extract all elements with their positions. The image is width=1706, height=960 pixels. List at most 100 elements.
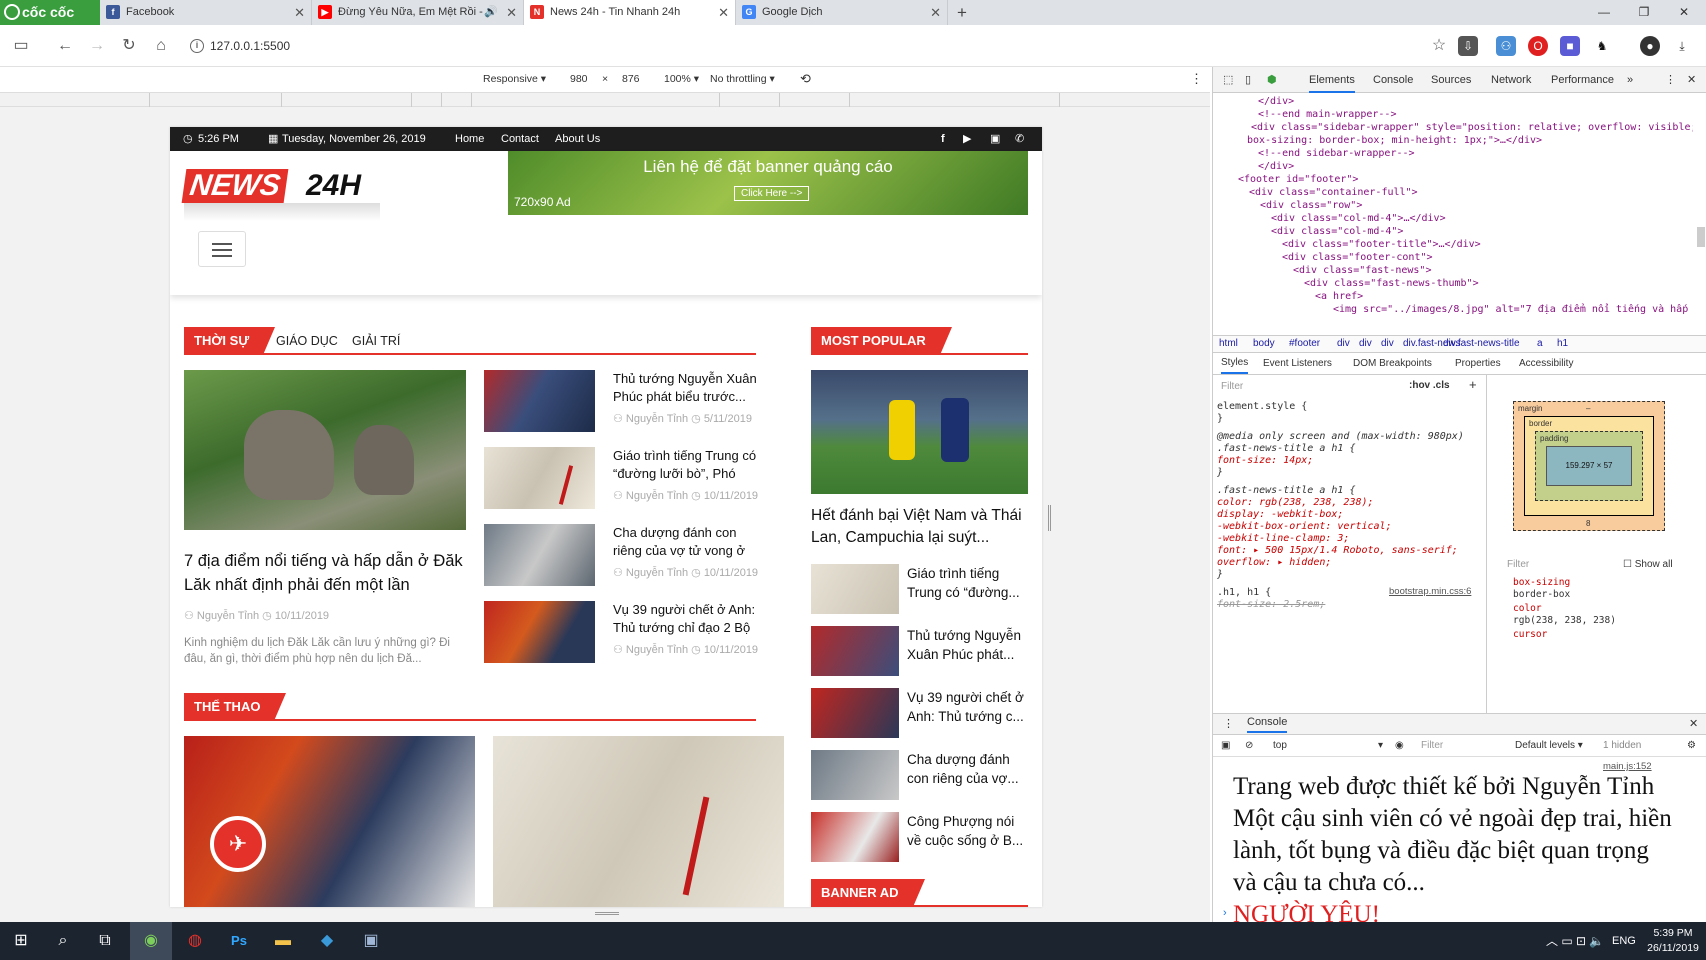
tab-news24h[interactable]: N News 24h - Tin Nhanh 24h ✕ bbox=[524, 0, 736, 25]
twitter-icon[interactable]: ▣ bbox=[990, 127, 1000, 151]
inspect-element-icon[interactable]: ⬚ bbox=[1223, 67, 1233, 93]
event-listeners-tab[interactable]: Event Listeners bbox=[1263, 353, 1332, 375]
box-model-content[interactable]: 159.297 × 57 bbox=[1546, 446, 1632, 486]
featured-image[interactable] bbox=[184, 370, 466, 530]
address-bar[interactable]: i 127.0.0.1:5500 bbox=[186, 33, 1426, 59]
photoshop-taskbar-icon[interactable]: Ps bbox=[218, 922, 260, 960]
extension-shield-icon[interactable]: ⬢ bbox=[1267, 67, 1277, 93]
tab-youtube[interactable]: ▶ Đừng Yêu Nữa, Em Mệt Rồi - 🔊 ✕ bbox=[312, 0, 524, 25]
computed-prop-name[interactable]: cursor bbox=[1513, 629, 1616, 641]
box-model-margin[interactable]: margin – 8 border padding 159.297 × 57 bbox=[1513, 401, 1665, 531]
search-icon[interactable]: ⌕ bbox=[42, 922, 84, 960]
css-line[interactable]: element.style { bbox=[1217, 401, 1307, 413]
ad-banner[interactable]: Liên hệ để đặt banner quảng cáo Click He… bbox=[508, 151, 1028, 215]
popular-thumb[interactable] bbox=[811, 750, 899, 800]
console-filter-input[interactable]: Filter bbox=[1421, 735, 1443, 757]
extension-user-icon[interactable]: ⚇ bbox=[1496, 36, 1516, 56]
dom-line[interactable]: <div class="fast-news"> bbox=[1293, 264, 1431, 277]
featured-title[interactable]: 7 địa điểm nổi tiếng và hấp dẫn ở Đăk Lă… bbox=[184, 549, 466, 597]
devtools-menu-icon[interactable]: ⋮ bbox=[1665, 67, 1676, 93]
tray-icons[interactable]: ︿ ▭ ⊡ 🔈 bbox=[1546, 922, 1604, 960]
show-all-checkbox[interactable]: ☐ Show all bbox=[1623, 559, 1673, 570]
media-query-ruler[interactable] bbox=[0, 93, 1210, 107]
console-settings-icon[interactable]: ⚙ bbox=[1687, 735, 1696, 757]
facebook-icon[interactable]: f bbox=[941, 127, 945, 151]
add-rule-icon[interactable]: + bbox=[1469, 377, 1477, 392]
tab-the-thao[interactable]: THỂ THAO bbox=[184, 693, 287, 721]
devtools-tab-performance[interactable]: Performance bbox=[1551, 67, 1614, 93]
breadcrumb-item[interactable]: #footer bbox=[1289, 336, 1320, 352]
sidebar-toggle-icon[interactable]: ▣ bbox=[1221, 735, 1230, 757]
tab-giao-duc[interactable]: GIÁO DỤC bbox=[276, 327, 338, 355]
dom-line[interactable]: <div class="sidebar-wrapper" style="posi… bbox=[1251, 121, 1693, 134]
info-icon[interactable]: i bbox=[190, 39, 204, 53]
featured-author[interactable]: Nguyễn Tỉnh bbox=[197, 610, 259, 622]
taskbar-clock[interactable]: 5:39 PM 26/11/2019 bbox=[1644, 926, 1702, 956]
more-tabs-icon[interactable]: » bbox=[1627, 67, 1633, 93]
css-line[interactable]: display: -webkit-box; bbox=[1217, 509, 1343, 521]
devtools-tab-network[interactable]: Network bbox=[1491, 67, 1531, 93]
devtools-tab-console[interactable]: Console bbox=[1373, 67, 1413, 93]
telegram-share-icon[interactable]: ✈ bbox=[210, 816, 266, 872]
console-prompt-icon[interactable]: › bbox=[1223, 907, 1227, 919]
dom-line[interactable]: <footer id="footer"> bbox=[1238, 173, 1358, 186]
drawer-menu-icon[interactable]: ⋮ bbox=[1223, 714, 1234, 734]
dom-breakpoints-tab[interactable]: DOM Breakpoints bbox=[1353, 353, 1432, 375]
css-line[interactable]: -webkit-box-orient: vertical; bbox=[1217, 521, 1392, 533]
zoom-select[interactable]: 100% ▾ bbox=[664, 73, 699, 85]
breadcrumb-item[interactable]: div bbox=[1337, 336, 1350, 352]
close-devtools-icon[interactable]: ✕ bbox=[1687, 67, 1696, 93]
box-model-padding[interactable]: padding 159.297 × 57 bbox=[1535, 431, 1643, 501]
viewport-width-input[interactable]: 980 bbox=[570, 73, 588, 85]
css-line[interactable]: font-size: 2.5rem; bbox=[1217, 599, 1325, 611]
css-line[interactable]: overflow: ▸ hidden; bbox=[1217, 557, 1331, 569]
popular-item-title[interactable]: Cha dượng đánh con riêng của vợ... bbox=[907, 750, 1025, 788]
popular-item-title[interactable]: Thủ tướng Nguyễn Xuân Phúc phát... bbox=[907, 626, 1025, 664]
css-line[interactable]: .fast-news-title a h1 { bbox=[1217, 443, 1355, 455]
popular-item-title[interactable]: Công Phượng nói về cuộc sống ở B... bbox=[907, 812, 1025, 850]
youtube-icon[interactable]: ▶ bbox=[963, 127, 971, 151]
popular-main-title[interactable]: Hết đánh bại Việt Nam và Thái Lan, Campu… bbox=[811, 505, 1031, 549]
breadcrumb-item[interactable]: div bbox=[1381, 336, 1394, 352]
profile-avatar[interactable]: ● bbox=[1640, 36, 1660, 56]
dom-line[interactable]: <div class="footer-cont"> bbox=[1282, 251, 1433, 264]
coccoc-taskbar-icon[interactable]: ◉ bbox=[130, 922, 172, 960]
dom-line[interactable]: <div class="col-md-4">…</div> bbox=[1271, 212, 1446, 225]
css-line[interactable]: .h1, h1 { bbox=[1217, 587, 1271, 599]
site-logo[interactable]: NEWS 24H bbox=[181, 169, 380, 223]
popular-thumb[interactable] bbox=[811, 688, 899, 738]
styles-tab[interactable]: Styles bbox=[1221, 353, 1249, 374]
resize-handle-bottom[interactable] bbox=[595, 912, 619, 915]
css-line[interactable]: color: rgb(238, 238, 238); bbox=[1217, 497, 1374, 509]
back-button[interactable]: ← bbox=[52, 33, 78, 59]
opera-extension-icon[interactable]: O bbox=[1528, 36, 1548, 56]
breadcrumb-item[interactable]: body bbox=[1253, 336, 1275, 352]
dom-line[interactable]: <div class="footer-title">…</div> bbox=[1282, 238, 1481, 251]
thumb-image[interactable] bbox=[484, 601, 595, 663]
windows-start-icon[interactable]: ⊞ bbox=[0, 922, 42, 960]
bookmark-star-icon[interactable]: ☆ bbox=[1426, 33, 1452, 59]
box-model-border[interactable]: border padding 159.297 × 57 bbox=[1524, 416, 1654, 516]
extension-square-icon[interactable]: ■ bbox=[1560, 36, 1580, 56]
eye-icon[interactable]: ◉ bbox=[1395, 735, 1404, 757]
clear-console-icon[interactable]: ⊘ bbox=[1245, 735, 1253, 757]
throttle-select[interactable]: No throttling ▾ bbox=[710, 73, 775, 85]
sidebar-toggle-icon[interactable]: ▭ bbox=[8, 33, 34, 59]
dom-line[interactable]: box-sizing: border-box; min-height: 1px;… bbox=[1247, 134, 1542, 147]
computed-prop-name[interactable]: color bbox=[1513, 603, 1616, 615]
rotate-icon[interactable]: ⟲ bbox=[800, 71, 811, 87]
css-line[interactable]: .fast-news-title a h1 { bbox=[1217, 485, 1355, 497]
styles-filter-input[interactable]: Filter bbox=[1221, 381, 1243, 392]
reload-button[interactable]: ↻ bbox=[116, 33, 142, 59]
tab-giai-tri[interactable]: GIẢI TRÍ bbox=[352, 327, 400, 355]
dom-line[interactable]: </div> bbox=[1258, 160, 1294, 173]
dom-line[interactable]: <div class="fast-news-thumb"> bbox=[1304, 277, 1479, 290]
breadcrumb-item[interactable]: div.fast-news-title bbox=[1443, 336, 1520, 352]
restore-button[interactable]: ❐ bbox=[1624, 0, 1664, 25]
nav-contact[interactable]: Contact bbox=[501, 127, 539, 151]
dom-line[interactable]: <!--end sidebar-wrapper--> bbox=[1258, 147, 1415, 160]
breadcrumb-item[interactable]: div bbox=[1359, 336, 1372, 352]
popular-thumb[interactable] bbox=[811, 626, 899, 676]
popular-thumb[interactable] bbox=[811, 564, 899, 614]
close-icon[interactable]: ✕ bbox=[930, 0, 941, 25]
